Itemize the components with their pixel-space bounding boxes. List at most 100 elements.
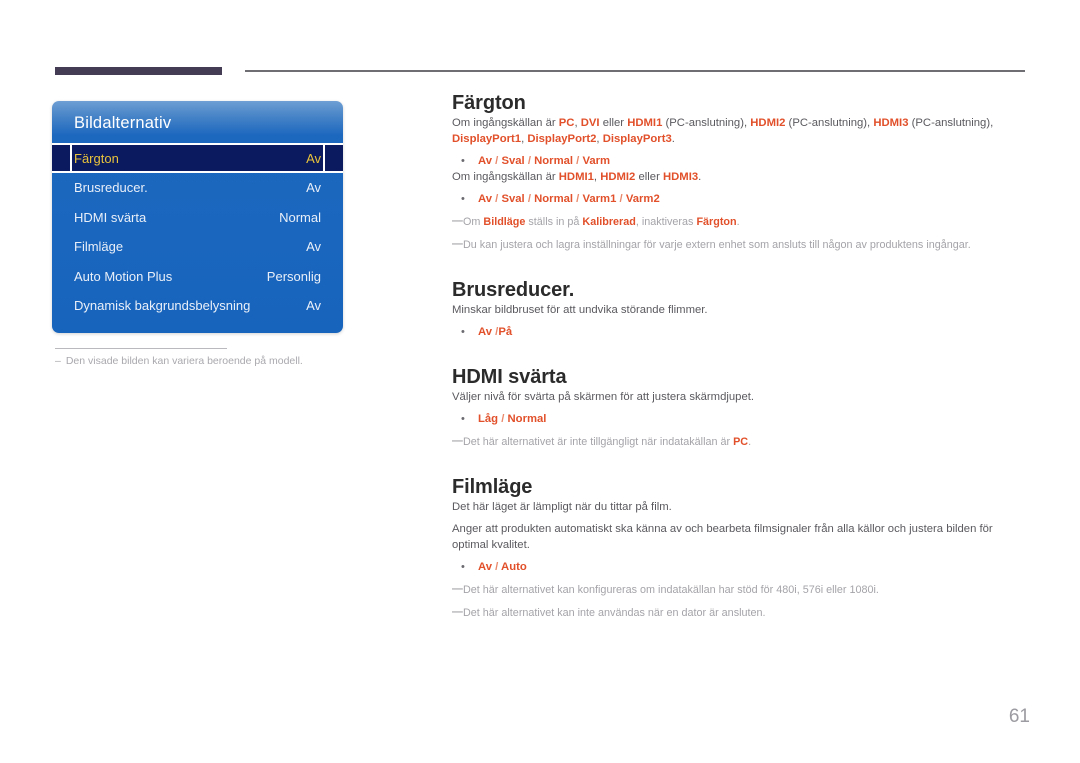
keyword-hdmi2: HDMI2: [750, 117, 786, 129]
osd-menu-list: Färgton Av Brusreducer. Av HDMI svärta N…: [52, 143, 343, 321]
separator: /: [524, 155, 535, 167]
keyword-dvi: DVI: [580, 117, 600, 129]
keyword-hdmi3: HDMI3: [873, 117, 909, 129]
section-filmlage: Filmläge Det här läget är lämpligt när d…: [452, 476, 1030, 621]
osd-item-label: Auto Motion Plus: [74, 268, 173, 284]
osd-menu-panel: Bildalternativ Färgton Av Brusreducer. A…: [52, 101, 343, 333]
text-run: .: [698, 171, 702, 183]
osd-menu-item-filmlage[interactable]: Filmläge Av: [52, 232, 343, 262]
header-rule: [245, 70, 1025, 72]
note-dash-icon: ―: [452, 215, 463, 227]
note-dash-icon: ―: [452, 435, 463, 447]
osd-menu-item-hdmi-svarta[interactable]: HDMI svärta Normal: [52, 203, 343, 233]
option-values: Av /På: [478, 325, 1030, 340]
osd-menu-title: Bildalternativ: [74, 114, 172, 132]
osd-item-value: Av: [306, 298, 321, 314]
section-hdmi-svarta: HDMI svärta Väljer nivå för svärta på sk…: [452, 366, 1030, 450]
option-sval: Sval: [501, 155, 525, 167]
text-run: , inaktiveras: [635, 216, 697, 228]
filmlage-options: • Av / Auto: [452, 560, 1030, 575]
fargton-options-1: • Av / Sval / Normal / Varm: [452, 154, 1030, 169]
osd-note-separator: [55, 348, 227, 349]
text-run: .: [671, 133, 675, 145]
osd-item-label: HDMI svärta: [74, 209, 147, 225]
section-fargton: Färgton Om ingångskällan är PC, DVI elle…: [452, 92, 1030, 253]
bullet-icon: •: [461, 413, 465, 425]
hdmi-svarta-paragraph-1: Väljer nivå för svärta på skärmen för at…: [452, 391, 755, 403]
separator: /: [498, 413, 508, 425]
filmlage-note-1: ― Det här alternativet kan konfigureras …: [452, 583, 1030, 598]
note-dash-icon: ―: [452, 606, 463, 618]
note-text: Om Bildläge ställs in på Kalibrerad, ina…: [463, 215, 1030, 230]
text-run: eller: [599, 117, 628, 129]
option-av: Av: [478, 155, 493, 167]
filmlage-paragraph-1: Det här läget är lämpligt när du tittar …: [452, 501, 672, 513]
text-run: Om: [463, 216, 484, 228]
option-normal: Normal: [534, 193, 574, 205]
text-run: (PC-anslutning),: [662, 117, 751, 129]
option-sval: Sval: [501, 193, 525, 205]
separator: /: [616, 193, 626, 205]
note-text: Du kan justera och lagra inställningar f…: [463, 239, 971, 251]
text-run: (PC-anslutning),: [785, 117, 874, 129]
osd-item-label: Färgton: [74, 150, 119, 166]
option-pa: På: [498, 326, 513, 338]
option-values: Låg / Normal: [478, 412, 1030, 427]
keyword-bildlage: Bildläge: [483, 216, 526, 228]
option-av: Av: [478, 326, 493, 338]
osd-item-label: Filmläge: [74, 239, 124, 255]
keyword-hdmi1: HDMI1: [558, 171, 594, 183]
text-run: ställs in på: [525, 216, 583, 228]
fargton-paragraph-1: Om ingångskällan är PC, DVI eller HDMI1 …: [452, 115, 1030, 147]
option-av: Av: [478, 561, 493, 573]
option-av: Av: [478, 193, 493, 205]
fargton-options-2: • Av / Sval / Normal / Varm1 / Varm2: [452, 192, 1030, 207]
osd-item-label: Dynamisk bakgrundsbelysning: [74, 298, 251, 314]
note-text: Det här alternativet är inte tillgänglig…: [463, 435, 1030, 450]
filmlage-note-2: ― Det här alternativet kan inte användas…: [452, 606, 1030, 621]
bullet-icon: •: [461, 155, 465, 167]
osd-menu-item-fargton[interactable]: Färgton Av: [52, 143, 343, 173]
keyword-fargton: Färgton: [696, 216, 737, 228]
bullet-icon: •: [461, 193, 465, 205]
filmlage-paragraph-2: Anger att produkten automatiskt ska känn…: [452, 523, 993, 551]
hdmi-svarta-note: ― Det här alternativet är inte tillgängl…: [452, 435, 1030, 450]
section-heading-brusreducer: Brusreducer.: [452, 279, 575, 301]
brusreducer-options: • Av /På: [452, 325, 1030, 340]
option-varm: Varm: [582, 155, 611, 167]
osd-item-value: Normal: [279, 209, 321, 225]
keyword-displayport3: DisplayPort3: [602, 133, 672, 145]
osd-item-value: Av: [306, 180, 321, 196]
header-accent-bar: [55, 67, 222, 75]
osd-menu-item-dynamisk-bakgrundsbelysning[interactable]: Dynamisk bakgrundsbelysning Av: [52, 291, 343, 321]
text-run: Om ingångskällan är: [452, 117, 559, 129]
keyword-kalibrerad: Kalibrerad: [582, 216, 636, 228]
osd-menu-item-brusreducer[interactable]: Brusreducer. Av: [52, 173, 343, 203]
osd-note-dash: –: [55, 355, 61, 367]
note-text: Det här alternativet kan konfigureras om…: [463, 584, 879, 596]
osd-menu-item-auto-motion-plus[interactable]: Auto Motion Plus Personlig: [52, 262, 343, 292]
brusreducer-paragraph-1: Minskar bildbruset för att undvika störa…: [452, 304, 708, 316]
keyword-hdmi1: HDMI1: [627, 117, 663, 129]
separator: /: [492, 561, 502, 573]
option-values: Av / Sval / Normal / Varm: [478, 154, 1030, 169]
bullet-icon: •: [461, 561, 465, 573]
keyword-hdmi2: HDMI2: [600, 171, 636, 183]
fargton-paragraph-2: Om ingångskällan är HDMI1, HDMI2 eller H…: [452, 169, 1030, 185]
page-number: 61: [1008, 706, 1030, 727]
option-normal: Normal: [507, 413, 547, 425]
option-auto: Auto: [501, 561, 527, 573]
keyword-pc: PC: [733, 436, 749, 448]
keyword-displayport1: DisplayPort1: [452, 133, 522, 145]
text-run: Det här alternativet är inte tillgänglig…: [463, 436, 734, 448]
section-brusreducer: Brusreducer. Minskar bildbruset för att …: [452, 279, 1030, 340]
option-values: Av / Sval / Normal / Varm1 / Varm2: [478, 192, 1030, 207]
osd-note: – Den visade bilden kan variera beroende …: [55, 355, 355, 367]
hdmi-svarta-options: • Låg / Normal: [452, 412, 1030, 427]
osd-item-value: Av: [306, 150, 321, 166]
text-run: Om ingångskällan är: [452, 171, 559, 183]
option-varm1: Varm1: [582, 193, 617, 205]
osd-item-value: Personlig: [266, 268, 321, 284]
text-run: (PC-anslutning),: [908, 117, 994, 129]
note-text: Det här alternativet kan inte användas n…: [463, 607, 766, 619]
